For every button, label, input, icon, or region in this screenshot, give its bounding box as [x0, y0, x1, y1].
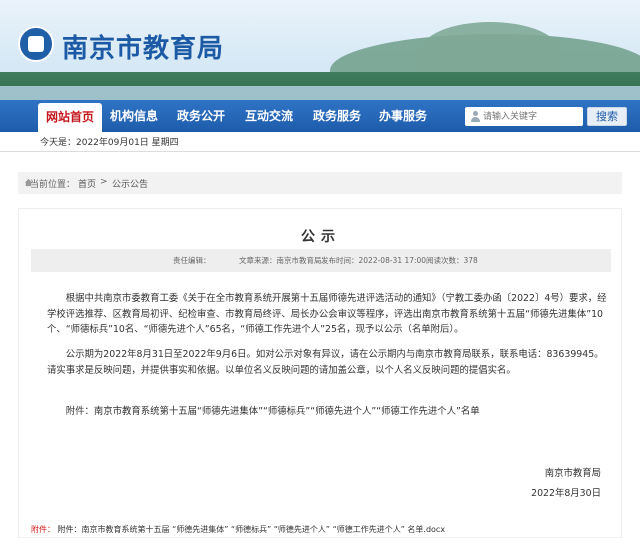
nav-item-home[interactable]: 网站首页 [38, 103, 102, 132]
meta-editor: 责任编辑： [173, 256, 211, 265]
breadcrumb: 当前位置： 首页 > 公示公告 [18, 172, 622, 194]
breadcrumb-home-link[interactable]: 首页 [78, 177, 96, 190]
meta-views: 阅读次数：378 [426, 256, 478, 265]
user-icon [470, 111, 480, 122]
nav-item-interaction[interactable]: 互动交流 [236, 100, 302, 132]
attachment-line: 附件： 附件：南京市教育系统第十五届 “师德先进集体” “师德标兵” “师德先进… [31, 524, 445, 535]
banner-water [0, 86, 640, 100]
date-bar: 今天是：2022年09月01日 星期四 [0, 132, 640, 152]
article-paragraph: 根据中共南京市委教育工委《关于在全市教育系统开展第十五届师德先进评选活动的通知》… [47, 293, 607, 335]
meta-date: 发布时间：2022-08-31 17:00 [321, 256, 427, 265]
nav-item-affairs-services[interactable]: 办事服务 [370, 100, 436, 132]
article-paragraph: 公示期为2022年8月31日至2022年9月6日。如对公示对象有异议，请在公示期… [47, 349, 604, 376]
search-box [465, 107, 583, 126]
article-meta: 责任编辑： 文章来源：南京市教育局 发布时间：2022-08-31 17:00 … [31, 249, 611, 272]
article-title: 公示 [301, 229, 341, 245]
logo-emblem-icon[interactable] [18, 26, 54, 62]
site-title[interactable]: 南京市教育局 [62, 28, 224, 65]
article-attachment-note: 附件：南京市教育系统第十五届“师德先进集体”“师德标兵”“师德先进个人”“师德工… [65, 406, 480, 417]
meta-source: 文章来源：南京市教育局 [239, 256, 322, 265]
header-banner: 南京市教育局 [0, 0, 640, 100]
breadcrumb-current-link[interactable]: 公示公告 [112, 177, 148, 190]
nav-item-gov-services[interactable]: 政务服务 [304, 100, 370, 132]
attachment-link[interactable]: 附件：南京市教育系统第十五届 “师德先进集体” “师德标兵” “师德先进个人” … [58, 525, 446, 534]
signature-date: 2022年8月30日 [531, 488, 601, 499]
nav-item-organization[interactable]: 机构信息 [102, 100, 166, 132]
breadcrumb-prefix: 当前位置： [30, 180, 76, 190]
signature-org: 南京市教育局 [544, 468, 601, 479]
breadcrumb-separator: > [100, 177, 108, 187]
attachment-label: 附件： [31, 525, 55, 534]
search-button[interactable]: 搜索 [587, 107, 627, 126]
search-input[interactable] [483, 107, 581, 126]
article: 公示 责任编辑： 文章来源：南京市教育局 发布时间：2022-08-31 17:… [18, 208, 622, 538]
current-date: 今天是：2022年09月01日 星期四 [40, 138, 179, 148]
nav-item-gov-affairs[interactable]: 政务公开 [168, 100, 234, 132]
